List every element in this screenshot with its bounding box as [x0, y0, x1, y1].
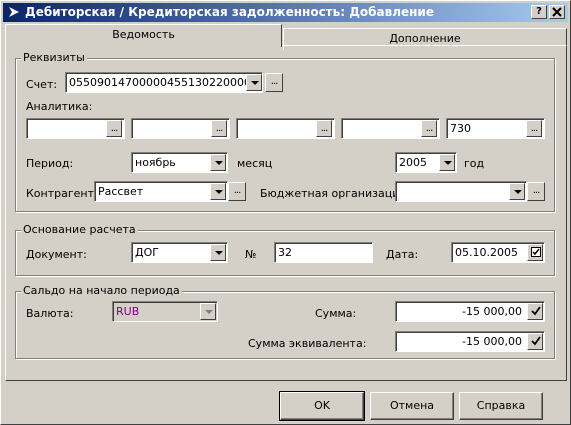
account-browse-button[interactable]: ...	[265, 73, 283, 92]
account-combo[interactable]: 05509014700000455130220000	[65, 72, 263, 93]
sum-equiv-label: Сумма эквивалента:	[248, 337, 367, 350]
chevron-down-icon	[514, 190, 522, 194]
contractor-value: Рассвет	[98, 185, 144, 198]
period-year-dropdown-button[interactable]	[439, 154, 455, 171]
chevron-down-icon	[215, 161, 223, 165]
title-bar[interactable]: Дебиторская / Кредиторская задолженность…	[3, 3, 568, 22]
number-value: 32	[278, 246, 292, 259]
tab-vedomost[interactable]: Ведомость	[5, 24, 282, 47]
balance-legend: Сальдо на начало периода	[21, 284, 182, 297]
period-month-dropdown-button[interactable]	[210, 154, 226, 171]
chevron-down-icon	[251, 81, 259, 85]
chevron-down-icon	[205, 310, 213, 314]
analytics-2-browse-button[interactable]: ...	[211, 120, 227, 137]
account-value: 05509014700000455130220000	[69, 76, 251, 89]
sum-input[interactable]: -15 000,00	[395, 301, 545, 322]
sum-equiv-calc-button[interactable]	[527, 333, 543, 350]
period-year-value: 2005	[399, 156, 427, 169]
document-value: ДОГ	[135, 246, 159, 259]
window-title: Дебиторская / Кредиторская задолженность…	[25, 5, 434, 19]
period-month-unit: месяц	[237, 157, 273, 170]
period-year-unit: год	[464, 157, 485, 170]
analytics-label: Аналитика:	[26, 100, 93, 113]
cancel-button[interactable]: Отмена	[370, 392, 454, 420]
number-input[interactable]: 32	[274, 242, 373, 263]
help-title-button[interactable]: ?	[531, 5, 547, 19]
budget-org-label: Бюджетная организация:	[260, 187, 410, 200]
contractor-label: Контрагент:	[26, 187, 98, 200]
date-value: 05.10.2005	[455, 246, 518, 259]
ok-button[interactable]: OK	[279, 391, 365, 421]
period-month-value: ноябрь	[135, 156, 176, 169]
currency-label: Валюта:	[26, 307, 74, 320]
requisites-legend: Реквизиты	[21, 51, 87, 64]
budget-org-combo[interactable]	[395, 181, 527, 202]
analytics-1-browse-button[interactable]: ...	[106, 120, 122, 137]
checkmark-icon	[531, 336, 541, 346]
currency-value: RUB	[116, 305, 140, 318]
analytics-3-browse-button[interactable]: ...	[316, 120, 332, 137]
account-label: Счет:	[26, 78, 58, 91]
help-button[interactable]: Справка	[459, 392, 543, 420]
close-window-button[interactable]	[549, 5, 565, 19]
document-label: Документ:	[26, 248, 87, 261]
dialog-window: Дебиторская / Кредиторская задолженность…	[0, 0, 571, 425]
chevron-down-icon	[444, 161, 452, 165]
basis-legend: Основание расчета	[21, 223, 138, 236]
account-dropdown-button[interactable]	[246, 74, 262, 91]
contractor-combo[interactable]: Рассвет	[94, 181, 228, 202]
budget-org-dropdown-button[interactable]	[509, 183, 525, 200]
date-picker-button[interactable]	[527, 244, 543, 261]
currency-dropdown-button	[200, 303, 216, 320]
chevron-down-icon	[215, 251, 223, 255]
calendar-icon	[531, 247, 541, 257]
number-label: №	[245, 248, 257, 261]
contractor-browse-button[interactable]: ...	[228, 182, 246, 201]
app-icon	[9, 7, 19, 17]
sum-equiv-value: -15 000,00	[462, 335, 522, 348]
analytics-4-browse-button[interactable]: ...	[421, 120, 437, 137]
sum-value: -15 000,00	[462, 305, 522, 318]
sum-label: Сумма:	[315, 307, 357, 320]
document-dropdown-button[interactable]	[210, 244, 226, 261]
date-label: Дата:	[386, 248, 419, 261]
contractor-dropdown-button[interactable]	[210, 183, 226, 200]
sum-equiv-input[interactable]: -15 000,00	[395, 331, 545, 352]
period-label: Период:	[26, 157, 74, 170]
sum-calc-button[interactable]	[527, 303, 543, 320]
budget-org-browse-button[interactable]: ...	[527, 182, 545, 201]
chevron-down-icon	[215, 190, 223, 194]
analytics-5-browse-button[interactable]: ...	[526, 120, 542, 137]
checkmark-icon	[531, 306, 541, 316]
close-icon	[552, 7, 562, 17]
